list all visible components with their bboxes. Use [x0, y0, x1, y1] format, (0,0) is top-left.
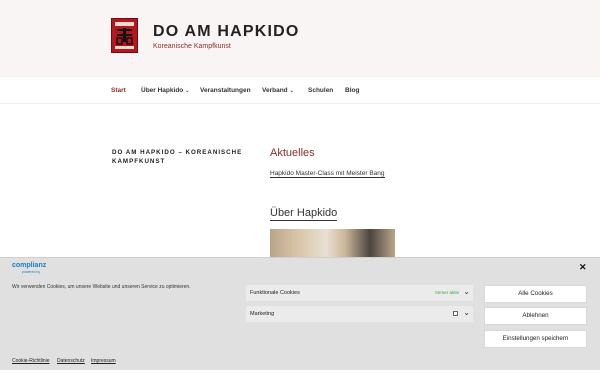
category-label: Marketing — [250, 311, 275, 317]
news-heading: Aktuelles — [270, 147, 315, 159]
imprint-link[interactable]: Impressum — [91, 358, 116, 364]
save-preferences-button[interactable]: Einstellungen speichern — [484, 330, 587, 348]
cookie-category-functional[interactable]: Funktionale Cookies Immer aktiv ⌄ — [246, 285, 473, 301]
chevron-down-icon: ⌄ — [289, 88, 294, 94]
category-label: Funktionale Cookies — [250, 290, 300, 296]
nav-item-ueber-hapkido[interactable]: Über Hapkido ⌄ — [141, 87, 189, 94]
accept-all-button[interactable]: Alle Cookies — [484, 285, 587, 303]
site-title[interactable]: DO AM HAPKIDO — [153, 23, 300, 41]
news-post-link[interactable]: Hapkido Master-Class mit Meister Bang — [270, 170, 385, 178]
cookie-category-marketing[interactable]: Marketing ⌄ — [246, 306, 473, 322]
site-header: DO AM HAPKIDO Koreanische Kampfkunst — [0, 0, 600, 76]
nav-item-blog[interactable]: Blog — [345, 87, 359, 94]
deny-button[interactable]: Ablehnen — [484, 307, 587, 325]
close-icon[interactable]: ✕ — [579, 262, 587, 273]
chevron-down-icon: ⌄ — [185, 88, 190, 94]
nav-item-schulen[interactable]: Schulen — [308, 87, 333, 94]
chevron-down-icon[interactable]: ⌄ — [463, 308, 470, 317]
main-navigation: Start Über Hapkido ⌄ Veranstaltungen Verb… — [0, 76, 600, 104]
complianz-logo-tagline: powered by — [22, 270, 41, 274]
nav-item-start[interactable]: Start — [111, 87, 126, 94]
page-intro-title: DO AM HAPKIDO – KOREANISCHE KAMPFKUNST — [112, 149, 243, 165]
complianz-logo: complianz — [12, 262, 47, 269]
chevron-down-icon[interactable]: ⌄ — [463, 287, 470, 296]
hapkido-photo — [270, 229, 395, 257]
always-active-badge: Immer aktiv — [435, 290, 459, 295]
cookie-message: Wir verwenden Cookies, um unsere Website… — [12, 284, 191, 290]
privacy-link[interactable]: Datenschutz — [57, 358, 85, 364]
nav-item-verband[interactable]: Verband ⌄ — [262, 87, 294, 94]
site-description: Koreanische Kampfkunst — [153, 43, 231, 50]
marketing-checkbox[interactable] — [453, 311, 458, 316]
logo-emblem-icon — [113, 20, 136, 51]
site-logo[interactable] — [111, 18, 138, 53]
cookie-policy-link[interactable]: Cookie-Richtlinie — [12, 358, 50, 364]
about-heading[interactable]: Über Hapkido — [270, 207, 338, 221]
nav-item-veranstaltungen[interactable]: Veranstaltungen — [200, 87, 251, 94]
